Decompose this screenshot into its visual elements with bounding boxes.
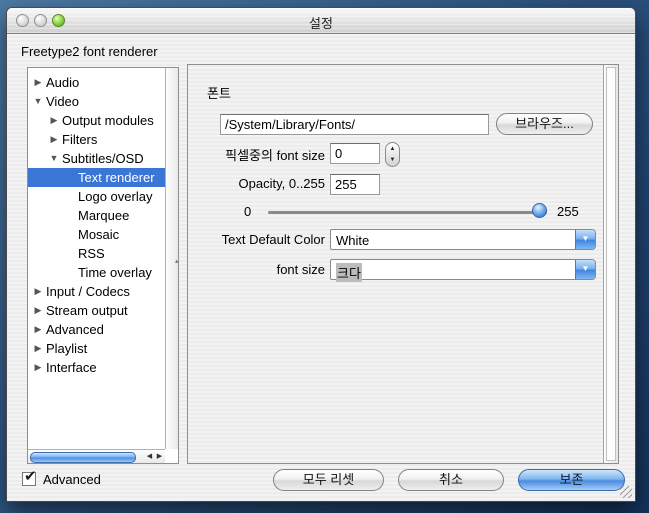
slider-max-label: 255 (557, 204, 579, 219)
stepper-down-icon[interactable]: ▼ (386, 157, 399, 163)
advanced-checkbox[interactable]: ✔ (22, 472, 36, 486)
splitter-handle: ▴ (175, 257, 179, 265)
resize-grip[interactable] (620, 486, 632, 498)
font-path-input[interactable] (220, 114, 489, 135)
browse-button[interactable]: 브라우즈... (496, 113, 593, 135)
pixel-font-size-input[interactable] (330, 143, 380, 164)
disclosure-triangle-icon[interactable]: ▶ (32, 301, 44, 320)
window-title: 설정 (7, 13, 635, 32)
tree-item[interactable]: ▶Input / Codecs (28, 282, 165, 301)
tree-item-label: Video (44, 92, 79, 111)
save-button[interactable]: 보존 (518, 469, 625, 491)
tree-item-label: RSS (76, 244, 105, 263)
category-tree: ▶Audio▼Video▶Output modules▶Filters▼Subt… (27, 67, 179, 464)
scrollbar-thumb[interactable] (30, 452, 136, 463)
stepper-up-icon[interactable]: ▲ (386, 146, 399, 152)
opacity-slider-track[interactable] (268, 211, 547, 214)
tree-rows: ▶Audio▼Video▶Output modules▶Filters▼Subt… (28, 68, 165, 449)
disclosure-triangle-icon[interactable]: ▶ (32, 282, 44, 301)
tree-item-label: Marquee (76, 206, 129, 225)
tree-item[interactable]: Marquee (28, 206, 165, 225)
tree-item-label: Mosaic (76, 225, 119, 244)
combo-value: White (336, 233, 369, 248)
tree-item[interactable]: Mosaic (28, 225, 165, 244)
reset-all-button[interactable]: 모두 리셋 (273, 469, 384, 491)
tree-item-label: Text renderer (76, 168, 155, 187)
scroll-left-arrow-icon[interactable]: ◀ (145, 451, 154, 462)
font-section-label: 폰트 (207, 83, 231, 102)
tree-item-label: Stream output (44, 301, 128, 320)
pixel-font-size-label: 픽셀중의 font size (190, 145, 325, 164)
tree-item[interactable]: ▼Subtitles/OSD (28, 149, 165, 168)
tree-item[interactable]: ▶Filters (28, 130, 165, 149)
disclosure-triangle-icon[interactable]: ▶ (32, 358, 44, 377)
tree-item[interactable]: ▶Interface (28, 358, 165, 377)
settings-panel: 폰트 브라우즈... 픽셀중의 font size ▲ ▼ Opacity, 0… (187, 64, 619, 464)
chevron-down-icon[interactable] (575, 230, 595, 249)
tree-item[interactable]: ▶Output modules (28, 111, 165, 130)
tree-item-label: Audio (44, 73, 79, 92)
panel-vertical-scrollbar[interactable] (603, 65, 618, 463)
tree-item[interactable]: ▶Playlist (28, 339, 165, 358)
settings-window: 설정 Freetype2 font renderer ▶Audio▼Video▶… (6, 7, 636, 502)
combo-value: 크다 (336, 263, 362, 282)
text-default-color-label: Text Default Color (190, 232, 325, 247)
disclosure-triangle-icon[interactable]: ▼ (48, 149, 60, 168)
tree-item[interactable]: ▶Stream output (28, 301, 165, 320)
page-title: Freetype2 font renderer (21, 44, 158, 59)
text-default-color-combo[interactable]: White (330, 229, 596, 250)
scrollbar-track[interactable] (606, 67, 616, 461)
font-size-combo[interactable]: 크다 (330, 259, 596, 280)
opacity-label: Opacity, 0..255 (190, 176, 325, 191)
tree-item[interactable]: Logo overlay (28, 187, 165, 206)
tree-item[interactable]: RSS (28, 244, 165, 263)
tree-item-label: Time overlay (76, 263, 152, 282)
tree-item-label: Output modules (60, 111, 154, 130)
tree-item-label: Filters (60, 130, 97, 149)
disclosure-triangle-icon[interactable]: ▼ (32, 92, 44, 111)
tree-item[interactable]: ▼Video (28, 92, 165, 111)
opacity-input[interactable] (330, 174, 380, 195)
opacity-slider-thumb[interactable] (532, 203, 547, 218)
font-size-label: font size (190, 262, 325, 277)
tree-item-label: Input / Codecs (44, 282, 130, 301)
tree-item-label: Logo overlay (76, 187, 152, 206)
disclosure-triangle-icon[interactable]: ▶ (32, 320, 44, 339)
stepper-control[interactable]: ▲ ▼ (385, 142, 400, 167)
disclosure-triangle-icon[interactable]: ▶ (48, 130, 60, 149)
scroll-right-arrow-icon[interactable]: ▶ (155, 451, 164, 462)
disclosure-triangle-icon[interactable]: ▶ (32, 339, 44, 358)
tree-item[interactable]: Time overlay (28, 263, 165, 282)
tree-item-label: Subtitles/OSD (60, 149, 144, 168)
slider-min-label: 0 (244, 204, 251, 219)
title-bar[interactable]: 설정 (7, 8, 635, 34)
disclosure-triangle-icon[interactable]: ▶ (48, 111, 60, 130)
cancel-button[interactable]: 취소 (398, 469, 504, 491)
tree-item[interactable]: ▶Audio (28, 73, 165, 92)
advanced-checkbox-label: Advanced (43, 472, 101, 487)
check-icon: ✔ (24, 467, 37, 485)
tree-item-label: Interface (44, 358, 97, 377)
tree-item-label: Playlist (44, 339, 87, 358)
tree-item[interactable]: Text renderer (28, 168, 165, 187)
disclosure-triangle-icon[interactable]: ▶ (32, 73, 44, 92)
tree-item-label: Advanced (44, 320, 104, 339)
tree-item[interactable]: ▶Advanced (28, 320, 165, 339)
chevron-down-icon[interactable] (575, 260, 595, 279)
tree-horizontal-scrollbar[interactable]: ◀ ▶ (28, 449, 165, 463)
